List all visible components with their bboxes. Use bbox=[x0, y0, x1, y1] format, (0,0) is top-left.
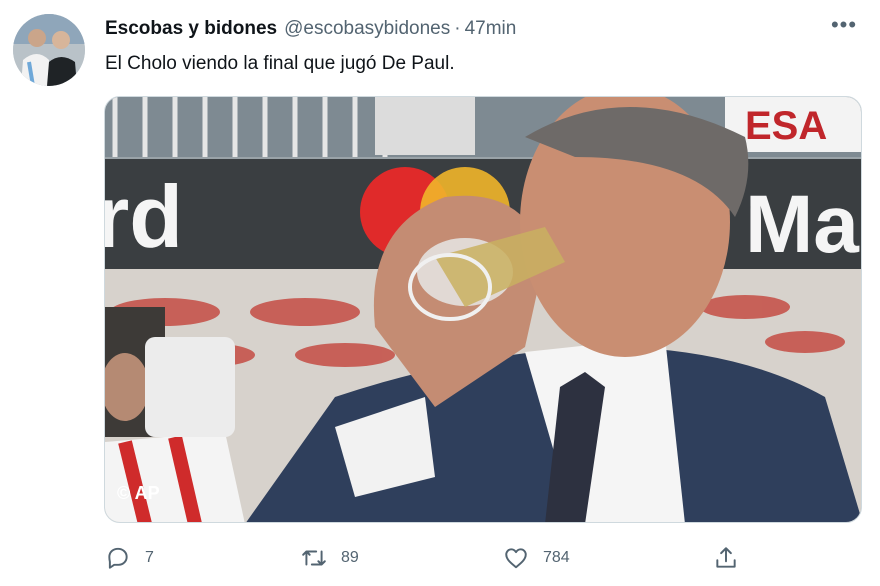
watermark-text: © AP bbox=[117, 483, 160, 503]
separator-dot: · bbox=[454, 18, 461, 39]
tweet[interactable]: Escobas y bidones @escobasybidones · 47m… bbox=[0, 0, 880, 586]
heart-icon bbox=[505, 548, 527, 569]
timestamp[interactable]: 47min bbox=[465, 18, 517, 40]
retweet-button[interactable]: 89 bbox=[301, 540, 359, 576]
reply-icon bbox=[108, 547, 128, 569]
reply-count: 7 bbox=[145, 549, 154, 566]
more-horizontal-icon[interactable]: ••• bbox=[826, 14, 862, 42]
top-right-banner-text: ESA bbox=[745, 104, 827, 148]
retweet-count: 89 bbox=[341, 549, 359, 566]
author-name[interactable]: Escobas y bidones bbox=[105, 18, 277, 40]
banner-right-text: Ma bbox=[745, 179, 860, 270]
tweet-header: Escobas y bidones @escobasybidones · 47m… bbox=[105, 18, 820, 44]
like-count: 784 bbox=[543, 549, 570, 566]
tweet-text: El Cholo viendo la final que jugó De Pau… bbox=[105, 53, 455, 74]
share-button[interactable] bbox=[713, 540, 739, 576]
author-handle[interactable]: @escobasybidones bbox=[284, 18, 450, 40]
like-button[interactable]: 784 bbox=[503, 540, 570, 576]
reply-button[interactable]: 7 bbox=[105, 540, 154, 576]
tweet-image[interactable]: ESA rd Ma © AP bbox=[104, 96, 862, 523]
retweet-icon bbox=[302, 550, 326, 566]
tweet-actions: 7 89 784 bbox=[105, 540, 755, 576]
banner-left-text: rd bbox=[105, 167, 183, 266]
photo-illustration: ESA rd Ma © AP bbox=[105, 97, 861, 522]
share-icon bbox=[716, 547, 736, 568]
avatar[interactable] bbox=[13, 14, 85, 86]
